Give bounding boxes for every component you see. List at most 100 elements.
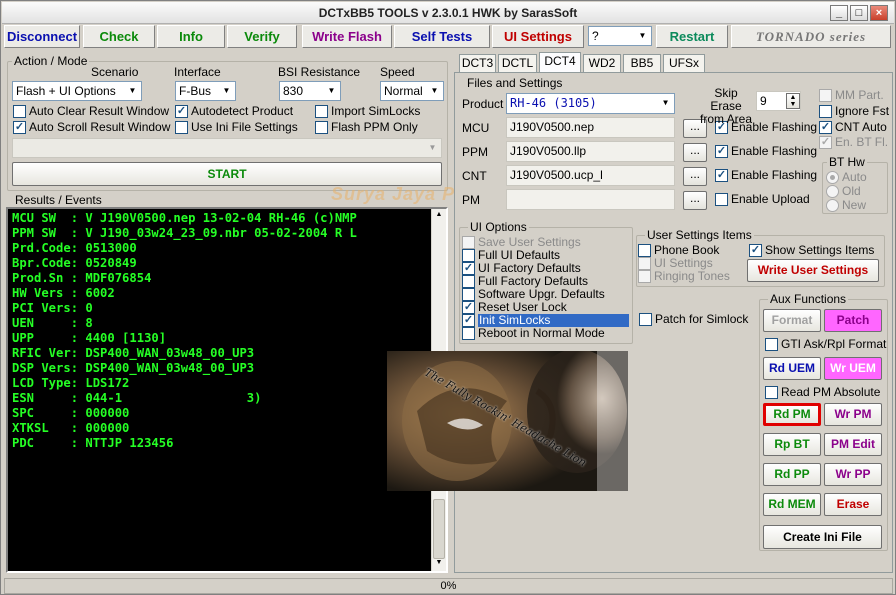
- en-bt-checkbox[interactable]: ✓ En. BT Fl.: [819, 136, 888, 149]
- checkbox-box: [462, 288, 475, 301]
- autodetect-label: Autodetect Product: [191, 104, 294, 118]
- ui-settings-button[interactable]: UI Settings: [492, 25, 584, 48]
- chevron-down-icon: ▼: [663, 98, 668, 107]
- scroll-down-icon[interactable]: ▼: [434, 559, 444, 569]
- read-pm-absolute-checkbox[interactable]: Read PM Absolute: [765, 386, 880, 399]
- minimize-button[interactable]: _: [830, 5, 848, 21]
- flash-ppm-label: Flash PPM Only: [331, 120, 418, 134]
- speed-value: Normal: [384, 84, 423, 98]
- result-line: Prd.Code: 0513000: [12, 241, 137, 255]
- tab-dct4[interactable]: DCT4: [539, 52, 581, 73]
- rd-uem-button[interactable]: Rd UEM: [763, 357, 821, 380]
- bt-hw-new-radio[interactable]: New: [826, 199, 866, 212]
- help-select[interactable]: ? ▼: [588, 26, 652, 46]
- erase-button[interactable]: Erase: [824, 493, 882, 516]
- wr-pp-button[interactable]: Wr PP: [824, 463, 882, 486]
- checkmark-icon: ✓: [749, 244, 762, 257]
- cnt-label: CNT: [462, 169, 487, 183]
- disconnect-button[interactable]: Disconnect: [4, 25, 80, 48]
- use-ini-checkbox[interactable]: Use Ini File Settings: [175, 121, 298, 134]
- checkmark-icon: ✓: [462, 262, 475, 275]
- cnt-file-field[interactable]: J190V0500.ucp_l: [506, 165, 675, 186]
- rd-pm-button[interactable]: Rd PM: [763, 403, 821, 426]
- speed-select[interactable]: Normal ▼: [380, 81, 444, 101]
- wr-pm-button[interactable]: Wr PM: [824, 403, 882, 426]
- chevron-down-icon: ▼: [428, 143, 437, 152]
- tab-wd2[interactable]: WD2: [583, 54, 621, 72]
- tab-dctl[interactable]: DCTL: [498, 54, 537, 72]
- skip-erase-spinner[interactable]: ▲ ▼: [786, 93, 800, 109]
- result-line: ESN : 044-1 3): [12, 391, 262, 405]
- reboot-normal-checkbox[interactable]: Reboot in Normal Mode: [462, 327, 605, 340]
- product-select[interactable]: RH-46 (3105) ▼: [506, 93, 675, 114]
- bsi-select[interactable]: 830 ▼: [279, 81, 341, 101]
- ignore-fst-checkbox[interactable]: Ignore Fst: [819, 105, 889, 118]
- files-title: Files and Settings: [467, 76, 563, 90]
- import-simlocks-checkbox[interactable]: Import SimLocks: [315, 105, 420, 118]
- mm-part-checkbox[interactable]: MM Part.: [819, 89, 884, 102]
- auto-clear-checkbox[interactable]: Auto Clear Result Window: [13, 105, 169, 118]
- tab-dct3[interactable]: DCT3: [459, 54, 496, 72]
- wr-uem-button[interactable]: Wr UEM: [824, 357, 882, 380]
- cnt-auto-label: CNT Auto: [835, 120, 887, 134]
- format-button[interactable]: Format: [763, 309, 821, 332]
- maximize-button[interactable]: □: [850, 5, 868, 21]
- results-console[interactable]: MCU SW : V J190V0500.nep 13-02-04 RH-46 …: [6, 207, 448, 573]
- interface-select[interactable]: F-Bus ▼: [175, 81, 236, 101]
- cnt-auto-checkbox[interactable]: ✓ CNT Auto: [819, 121, 887, 134]
- mcu-file-field[interactable]: J190V0500.nep: [506, 117, 675, 138]
- lion-artwork-image: The Fully Rockin' Headache Lion: [387, 351, 628, 491]
- ringing-tones-checkbox[interactable]: Ringing Tones: [638, 270, 730, 283]
- close-button[interactable]: ×: [870, 5, 888, 21]
- start-button[interactable]: START: [12, 162, 442, 186]
- reset-user-lock-label: Reset User Lock: [478, 300, 567, 314]
- auto-scroll-checkbox[interactable]: ✓ Auto Scroll Result Window: [13, 121, 170, 134]
- patch-button[interactable]: Patch: [824, 309, 882, 332]
- rd-pp-button[interactable]: Rd PP: [763, 463, 821, 486]
- show-settings-checkbox[interactable]: ✓ Show Settings Items: [749, 244, 874, 257]
- ppm-file-field[interactable]: J190V0500.llp: [506, 141, 675, 162]
- result-line: LCD Type: LDS172: [12, 376, 130, 390]
- pm-file-field[interactable]: [506, 189, 675, 210]
- scenario-label: Scenario: [91, 65, 139, 79]
- self-tests-button[interactable]: Self Tests: [394, 25, 490, 48]
- cnt-browse-button[interactable]: ...: [683, 167, 707, 186]
- secondary-select[interactable]: ▼: [12, 138, 442, 158]
- checkbox-box: [462, 275, 475, 288]
- write-user-settings-button[interactable]: Write User Settings: [747, 259, 879, 282]
- chevron-down-icon: ▼: [638, 31, 647, 40]
- tab-bb5[interactable]: BB5: [623, 54, 661, 72]
- results-title: Results / Events: [15, 193, 102, 207]
- flash-ppm-checkbox[interactable]: Flash PPM Only: [315, 121, 418, 134]
- pm-browse-button[interactable]: ...: [683, 191, 707, 210]
- scroll-up-icon[interactable]: ▲: [434, 211, 444, 221]
- en-bt-label: En. BT Fl.: [835, 135, 889, 149]
- pm-upload-checkbox[interactable]: Enable Upload: [715, 193, 810, 206]
- chevron-down-icon: ▼: [430, 86, 439, 95]
- pm-edit-button[interactable]: PM Edit: [824, 433, 882, 456]
- ppm-enable-checkbox[interactable]: ✓ Enable Flashing: [715, 145, 817, 158]
- ppm-browse-button[interactable]: ...: [683, 143, 707, 162]
- save-user-settings-label: Save User Settings: [478, 235, 581, 249]
- scroll-thumb[interactable]: [433, 499, 445, 559]
- show-settings-label: Show Settings Items: [765, 243, 875, 257]
- scenario-select[interactable]: Flash + UI Options ▼: [12, 81, 142, 101]
- autodetect-checkbox[interactable]: ✓ Autodetect Product: [175, 105, 293, 118]
- bt-hw-old-radio[interactable]: Old: [826, 185, 861, 198]
- restart-button[interactable]: Restart: [656, 25, 728, 48]
- bt-hw-new-label: New: [842, 198, 867, 212]
- check-button[interactable]: Check: [83, 25, 155, 48]
- tab-ufsx[interactable]: UFSx: [663, 54, 705, 72]
- checkbox-box: [715, 193, 728, 206]
- use-ini-label: Use Ini File Settings: [191, 120, 298, 134]
- rp-bt-button[interactable]: Rp BT: [763, 433, 821, 456]
- create-ini-button[interactable]: Create Ini File: [763, 525, 882, 549]
- gti-checkbox[interactable]: GTI Ask/Rpl Format: [765, 338, 886, 351]
- rd-mem-button[interactable]: Rd MEM: [763, 493, 821, 516]
- bt-hw-auto-radio[interactable]: Auto: [826, 171, 867, 184]
- patch-simlock-checkbox[interactable]: Patch for Simlock: [639, 313, 748, 326]
- cnt-enable-checkbox[interactable]: ✓ Enable Flashing: [715, 169, 817, 182]
- verify-button[interactable]: Verify: [227, 25, 297, 48]
- write-flash-button[interactable]: Write Flash: [302, 25, 392, 48]
- info-button[interactable]: Info: [157, 25, 225, 48]
